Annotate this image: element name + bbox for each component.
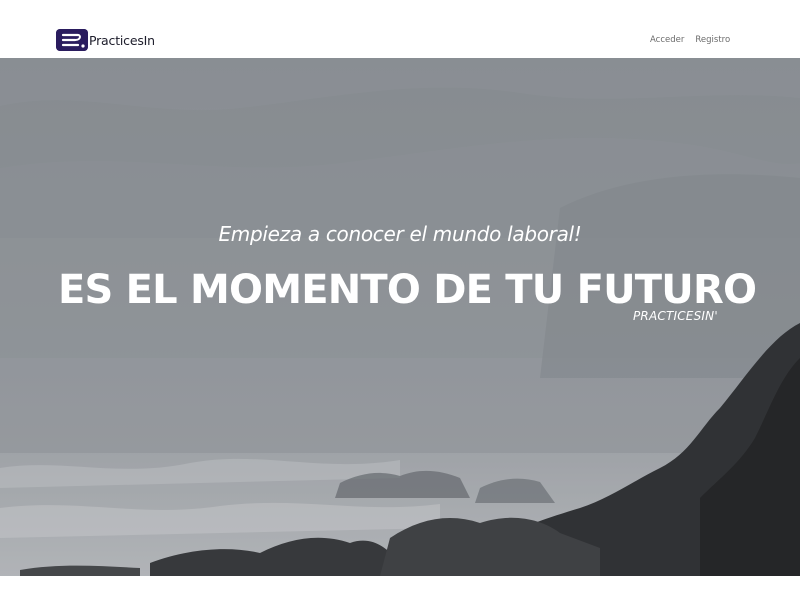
- hero-headline: ES EL MOMENTO DE TU FUTURO: [58, 267, 757, 313]
- hero-banner: Empieza a conocer el mundo laboral! ES E…: [0, 58, 800, 576]
- nav-links: Acceder Registro: [650, 35, 730, 45]
- practicesin-logo-icon: [56, 29, 88, 51]
- navbar: PracticesIn Acceder Registro: [0, 0, 800, 58]
- hero-signature: PRACTICESIN': [633, 309, 718, 323]
- hero-tagline: Empieza a conocer el mundo laboral!: [218, 222, 582, 246]
- brand-name: PracticesIn: [89, 32, 155, 48]
- nav-link-acceder[interactable]: Acceder: [650, 35, 684, 45]
- nav-link-registro[interactable]: Registro: [695, 35, 730, 45]
- brand-link[interactable]: PracticesIn: [56, 29, 155, 51]
- page-footer-strip: [0, 576, 800, 600]
